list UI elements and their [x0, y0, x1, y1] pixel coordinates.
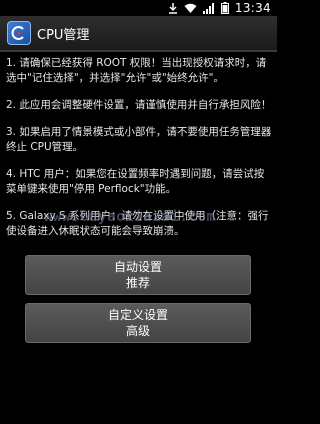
- custom-settings-sublabel: 高级: [125, 324, 150, 338]
- app-title: CPU管理: [37, 27, 90, 43]
- screen: 13:34 CPU管理 1. 请确保已经获得 ROOT 权限！当出现授权请求时，…: [0, 0, 277, 424]
- instruction-4: 4. HTC 用户：如果您在设置频率时遇到问题，请尝试按菜单键来使用"停用 Pe…: [6, 168, 265, 195]
- status-time: 13:34: [234, 1, 271, 15]
- instruction-5: 5. Galaxy S 系列用户：请勿在设置中使用（注意：强行使设备进入休眠状态…: [6, 210, 269, 237]
- instruction-2: 2. 此应用会调整硬件设置，请谨慎使用并自行承担风险！: [6, 99, 272, 111]
- signal-icon: [202, 2, 215, 14]
- instruction-1: 1. 请确保已经获得 ROOT 权限！当出现授权请求时，请选中"记住选择"，并选…: [6, 57, 267, 84]
- instruction-3: 3. 如果启用了情景模式或小部件，请不要使用任务管理器终止 CPU管理。: [6, 126, 272, 153]
- wifi-icon: [184, 3, 197, 14]
- auto-settings-sublabel: 推荐: [125, 276, 150, 290]
- auto-settings-button[interactable]: 自动设置 推荐: [25, 255, 251, 295]
- status-bar: 13:34: [0, 0, 277, 16]
- custom-settings-button[interactable]: 自定义设置 高级: [25, 303, 251, 343]
- battery-icon: [220, 2, 229, 14]
- cpu-app-icon: [7, 21, 31, 45]
- auto-settings-label: 自动设置: [113, 260, 162, 274]
- instructions: 1. 请确保已经获得 ROOT 权限！当出现授权请求时，请选中"记住选择"，并选…: [6, 56, 272, 251]
- download-icon: [168, 2, 178, 14]
- custom-settings-label: 自定义设置: [107, 308, 168, 322]
- title-bar: CPU管理: [0, 16, 277, 52]
